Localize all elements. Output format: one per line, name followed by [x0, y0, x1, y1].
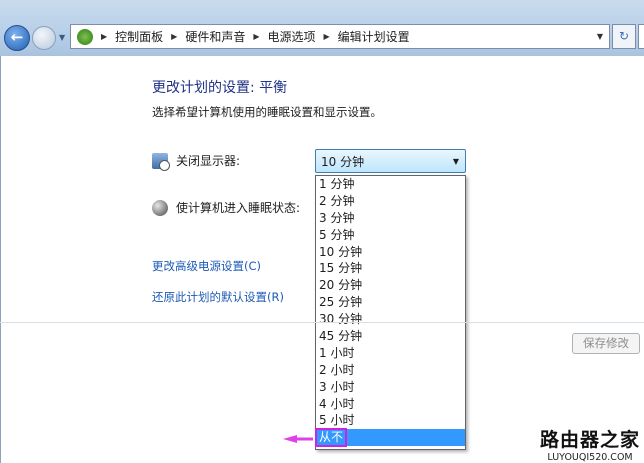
sleep-moon-icon — [152, 199, 168, 216]
sleep-setting-row: 使计算机进入睡眠状态: — [152, 199, 300, 216]
breadcrumb-edit-plan[interactable]: 编辑计划设置 — [338, 28, 410, 45]
advanced-power-settings-link[interactable]: 更改高级电源设置(C) — [152, 258, 261, 274]
option-label: 5 分钟 — [319, 227, 355, 242]
dropdown-option[interactable]: 10 分钟 — [316, 244, 465, 261]
dropdown-option[interactable]: 20 分钟 — [316, 277, 465, 294]
dropdown-option[interactable]: 5 分钟 — [316, 227, 465, 244]
dropdown-option[interactable]: 25 分钟 — [316, 294, 465, 311]
dropdown-option[interactable]: 从不 — [314, 428, 465, 448]
chevron-right-icon: ▶ — [253, 32, 260, 41]
restore-defaults-link[interactable]: 还原此计划的默认设置(R) — [152, 289, 284, 305]
dropdown-option[interactable]: 4 小时 — [316, 396, 465, 413]
divider — [0, 322, 644, 323]
chevron-down-icon: ▼ — [452, 156, 459, 166]
option-label: 3 小时 — [319, 379, 355, 394]
dropdown-option[interactable]: 3 小时 — [316, 379, 465, 396]
dropdown-option[interactable]: 1 分钟 — [316, 176, 465, 193]
control-panel-icon — [77, 28, 93, 45]
annotation-arrow-icon — [283, 435, 313, 443]
display-off-dropdown[interactable]: 10 分钟 ▼ — [315, 149, 466, 173]
watermark-url: LUYOUQI520.COM — [547, 452, 633, 463]
option-label: 5 小时 — [319, 413, 355, 428]
breadcrumb-hardware-sound[interactable]: 硬件和声音 — [185, 28, 245, 45]
option-label: 2 分钟 — [319, 193, 355, 208]
option-label: 20 分钟 — [319, 278, 363, 293]
page-subtitle: 选择希望计算机使用的睡眠设置和显示设置。 — [152, 105, 382, 119]
option-label: 1 分钟 — [319, 177, 355, 191]
search-input[interactable] — [638, 24, 644, 49]
dropdown-option[interactable]: 15 分钟 — [316, 260, 465, 277]
refresh-button[interactable]: ↻ — [612, 24, 636, 49]
option-label: 3 分钟 — [319, 210, 355, 225]
back-button[interactable]: ← — [4, 25, 30, 51]
save-changes-button[interactable]: 保存修改 — [572, 333, 640, 354]
option-label: 从不 — [314, 428, 348, 448]
forward-button[interactable] — [32, 26, 56, 50]
watermark: 路由器之家 LUYOUQI520.COM — [540, 425, 640, 463]
chevron-right-icon: ▶ — [171, 32, 178, 41]
dropdown-value: 10 分钟 — [321, 154, 365, 169]
dropdown-options-list[interactable]: 1 分钟 2 分钟 3 分钟 5 分钟 10 分钟 15 分钟 20 分钟 25 分钟 30 分… — [314, 175, 466, 450]
history-dropdown-icon[interactable]: ▼ — [59, 33, 65, 42]
dropdown-option[interactable]: 2 小时 — [316, 362, 465, 379]
dropdown-option[interactable]: 3 分钟 — [316, 210, 465, 227]
address-bar[interactable]: ▶ 控制面板 ▶ 硬件和声音 ▶ 电源选项 ▶ 编辑计划设置 ▼ — [70, 24, 610, 49]
window-border — [0, 56, 1, 463]
option-label: 25 分钟 — [319, 295, 363, 310]
option-label: 15 分钟 — [319, 261, 363, 276]
chevron-right-icon: ▶ — [323, 32, 330, 41]
watermark-title: 路由器之家 — [540, 429, 641, 451]
page-title: 更改计划的设置: 平衡 — [152, 80, 288, 96]
dropdown-option[interactable]: 1 小时 — [316, 345, 465, 362]
dropdown-option[interactable]: 45 分钟 — [316, 328, 465, 345]
breadcrumb-power-options[interactable]: 电源选项 — [268, 28, 316, 45]
chevron-right-icon: ▶ — [101, 32, 108, 41]
display-label: 关闭显示器: — [176, 154, 241, 168]
monitor-icon — [152, 152, 170, 171]
dropdown-option[interactable]: 5 小时 — [316, 412, 465, 429]
breadcrumb-control-panel[interactable]: 控制面板 — [115, 28, 163, 45]
option-label: 10 分钟 — [319, 244, 363, 259]
option-label: 45 分钟 — [319, 329, 363, 344]
option-label: 1 小时 — [319, 345, 355, 360]
dropdown-option[interactable]: 30 分钟 — [316, 311, 465, 328]
explorer-toolbar: ← ▼ ▶ 控制面板 ▶ 硬件和声音 ▶ 电源选项 ▶ 编辑计划设置 ▼ ↻ — [0, 0, 644, 56]
sleep-label: 使计算机进入睡眠状态: — [176, 201, 301, 215]
address-dropdown-icon[interactable]: ▼ — [597, 32, 603, 41]
display-setting-row: 关闭显示器: — [152, 152, 241, 171]
dropdown-option[interactable]: 2 分钟 — [316, 193, 465, 210]
option-label: 2 小时 — [319, 362, 355, 377]
option-label: 30 分钟 — [319, 312, 363, 327]
option-label: 4 小时 — [319, 396, 355, 411]
